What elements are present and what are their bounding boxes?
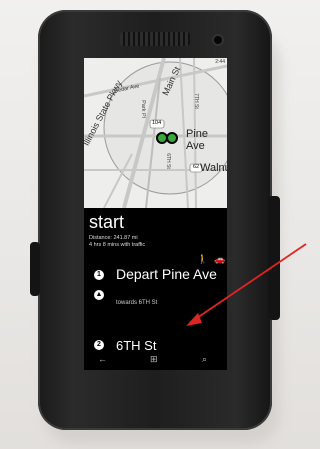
- red-arrow-annotation: [186, 243, 307, 326]
